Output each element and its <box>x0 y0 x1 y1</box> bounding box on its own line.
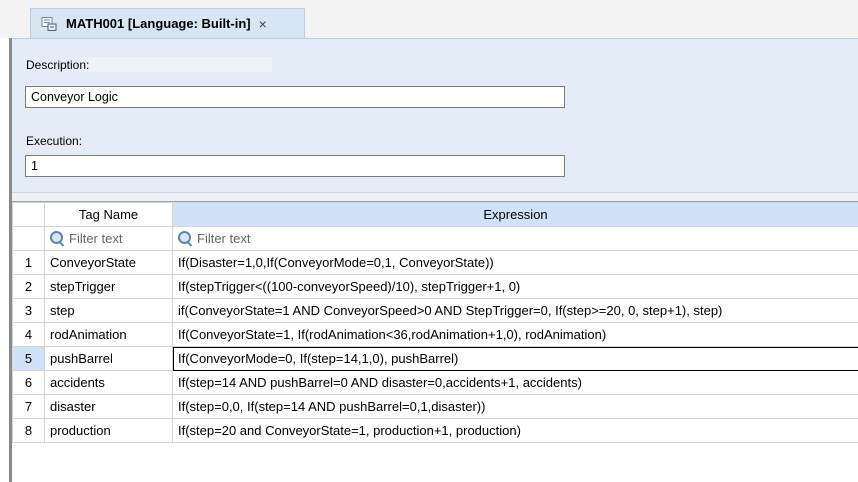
close-icon[interactable]: × <box>259 16 267 32</box>
tab-bar: MATH001 [Language: Built-in] × <box>0 0 858 38</box>
panel-splitter[interactable] <box>12 192 858 202</box>
row-number[interactable]: 1 <box>12 250 45 275</box>
row-number[interactable]: 2 <box>12 274 45 299</box>
search-icon <box>50 231 65 245</box>
tag-name-header[interactable]: Tag Name <box>44 202 173 227</box>
description-label-background <box>80 57 272 72</box>
description-label: Description: <box>26 58 90 72</box>
tag-name-cell[interactable]: ConveyorState <box>44 250 173 275</box>
row-number[interactable]: 3 <box>12 298 45 323</box>
expression-cell[interactable]: If(stepTrigger<((100-conveyorSpeed)/10),… <box>172 274 858 299</box>
expression-header[interactable]: Expression <box>172 202 858 227</box>
filter-row-number <box>12 226 45 251</box>
search-icon <box>178 231 193 245</box>
tag-name-filter[interactable]: Filter text <box>44 226 173 251</box>
row-number[interactable]: 7 <box>12 394 45 419</box>
table-row[interactable]: 8 production If(step=20 and ConveyorState=… <box>12 418 858 443</box>
tag-name-cell[interactable]: stepTrigger <box>44 274 173 299</box>
execution-field[interactable]: 1 <box>25 155 565 177</box>
row-number[interactable]: 5 <box>12 346 45 371</box>
expression-cell[interactable]: if(ConveyorState=1 AND ConveyorSpeed>0 A… <box>172 298 858 323</box>
tab-title: MATH001 [Language: Built-in] <box>66 16 251 31</box>
expression-grid: Tag Name Expression Filter text Filter t… <box>12 202 858 482</box>
expression-filter[interactable]: Filter text <box>172 226 858 251</box>
table-row[interactable]: 5 pushBarrel If(ConveyorMode=0, If(step=14… <box>12 346 858 371</box>
expression-cell[interactable]: If(ConveyorState=1, If(rodAnimation<36,r… <box>172 322 858 347</box>
tag-name-cell[interactable]: pushBarrel <box>44 346 173 371</box>
tag-name-cell[interactable]: rodAnimation <box>44 322 173 347</box>
expression-cell[interactable]: If(Disaster=1,0,If(ConveyorMode=0,1, Con… <box>172 250 858 275</box>
row-number[interactable]: 6 <box>12 370 45 395</box>
table-row[interactable]: 3 step if(ConveyorState=1 AND ConveyorSpee… <box>12 298 858 323</box>
tab-math001[interactable]: MATH001 [Language: Built-in] × <box>30 8 305 38</box>
expression-cell[interactable]: If(step=0,0, If(step=14 AND pushBarrel=0… <box>172 394 858 419</box>
script-document-icon <box>41 16 57 31</box>
filter-row: Filter text Filter text <box>12 226 858 251</box>
tag-name-cell[interactable]: step <box>44 298 173 323</box>
table-row[interactable]: 6 accidents If(step=14 AND pushBarrel=0 AN… <box>12 370 858 395</box>
tag-name-cell[interactable]: accidents <box>44 370 173 395</box>
description-field[interactable]: Conveyor Logic <box>25 86 565 108</box>
tag-name-cell[interactable]: production <box>44 418 173 443</box>
table-row[interactable]: 2 stepTrigger If(stepTrigger<((100-conveyo… <box>12 274 858 299</box>
expression-cell[interactable]: If(ConveyorMode=0, If(step=14,1,0), push… <box>172 346 858 371</box>
row-number-header <box>12 202 45 227</box>
tag-name-cell[interactable]: disaster <box>44 394 173 419</box>
grid-header-row: Tag Name Expression <box>12 202 858 227</box>
expression-filter-placeholder: Filter text <box>197 231 251 246</box>
tag-name-filter-placeholder: Filter text <box>69 231 123 246</box>
properties-panel: Description: Conveyor Logic Execution: 1 <box>12 38 858 193</box>
row-number[interactable]: 4 <box>12 322 45 347</box>
expression-cell[interactable]: If(step=14 AND pushBarrel=0 AND disaster… <box>172 370 858 395</box>
execution-label: Execution: <box>26 134 83 148</box>
table-row[interactable]: 4 rodAnimation If(ConveyorState=1, If(rodA… <box>12 322 858 347</box>
table-row[interactable]: 1 ConveyorState If(Disaster=1,0,If(Conveyo… <box>12 250 858 275</box>
expression-cell[interactable]: If(step=20 and ConveyorState=1, producti… <box>172 418 858 443</box>
table-row[interactable]: 7 disaster If(step=0,0, If(step=14 AND pus… <box>12 394 858 419</box>
row-number[interactable]: 8 <box>12 418 45 443</box>
